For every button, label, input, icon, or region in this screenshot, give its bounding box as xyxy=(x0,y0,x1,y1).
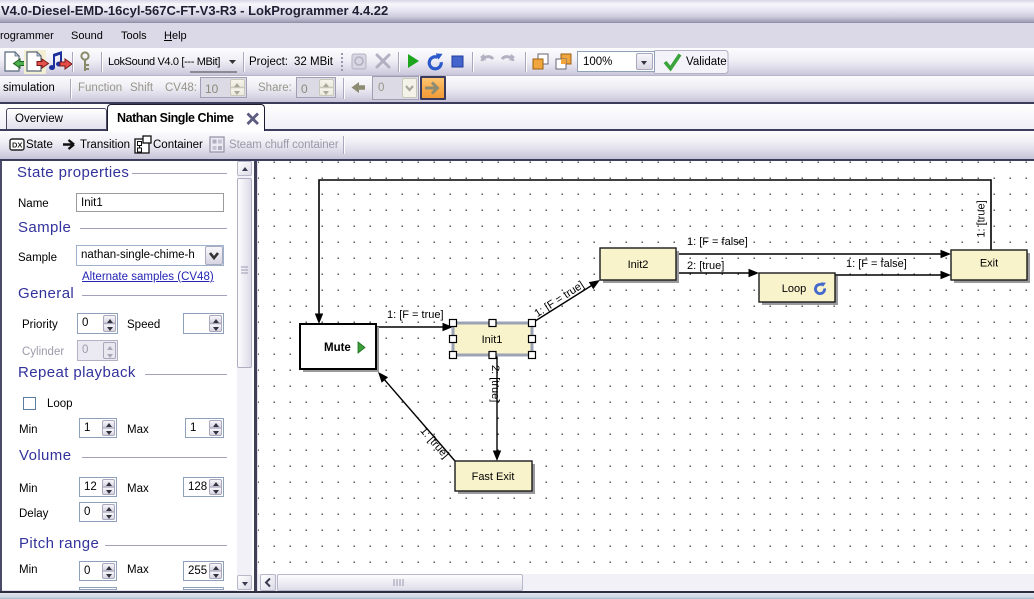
svg-text:1: [true]: 1: [true] xyxy=(976,200,988,237)
svg-text:2: [true]: 2: [true] xyxy=(687,260,724,272)
svg-text:Exit: Exit xyxy=(980,258,998,270)
svg-text:1: [F = false]: 1: [F = false] xyxy=(846,258,907,270)
svg-text:Fast Exit: Fast Exit xyxy=(472,471,515,483)
svg-text:Init1: Init1 xyxy=(482,334,503,346)
svg-text:DX: DX xyxy=(12,141,22,150)
svg-text:Init2: Init2 xyxy=(628,259,649,271)
svg-text:1: [F = true]: 1: [F = true] xyxy=(387,309,444,321)
svg-text:1: [F = false]: 1: [F = false] xyxy=(687,236,748,248)
svg-text:2: [true]: 2: [true] xyxy=(489,365,501,402)
svg-text:Mute: Mute xyxy=(324,342,351,354)
svg-text:Loop: Loop xyxy=(782,283,806,295)
